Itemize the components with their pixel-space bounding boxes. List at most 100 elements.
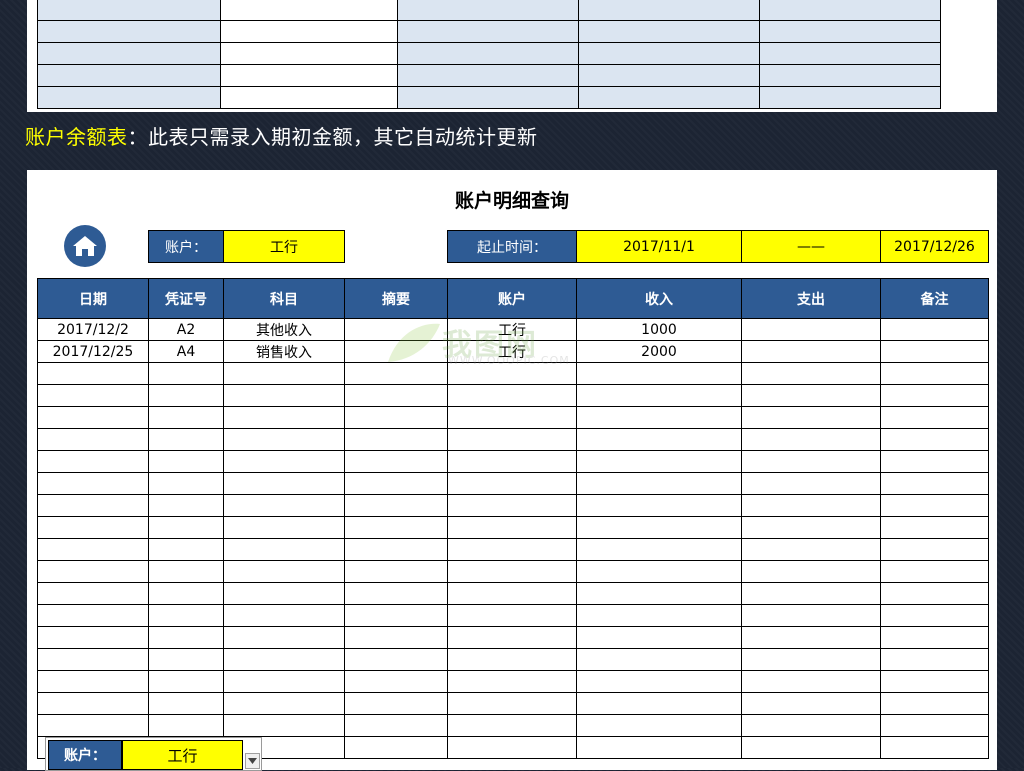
- table-cell[interactable]: [37, 494, 149, 517]
- table-cell[interactable]: [344, 340, 448, 363]
- top-table-cell[interactable]: [37, 86, 221, 109]
- table-cell[interactable]: [223, 406, 345, 429]
- top-table-cell[interactable]: [397, 20, 579, 43]
- table-cell[interactable]: [148, 648, 224, 671]
- table-cell[interactable]: [223, 670, 345, 693]
- table-cell[interactable]: [576, 582, 742, 605]
- home-icon[interactable]: [64, 225, 106, 267]
- table-cell[interactable]: 其他收入: [223, 318, 345, 341]
- table-cell[interactable]: [148, 516, 224, 539]
- table-cell[interactable]: [37, 560, 149, 583]
- table-cell[interactable]: A4: [148, 340, 224, 363]
- table-cell[interactable]: [880, 318, 989, 341]
- table-cell[interactable]: [37, 692, 149, 715]
- table-cell[interactable]: [37, 384, 149, 407]
- table-cell[interactable]: [37, 428, 149, 451]
- table-cell[interactable]: [223, 494, 345, 517]
- table-cell[interactable]: [880, 692, 989, 715]
- table-cell[interactable]: [447, 516, 577, 539]
- table-cell[interactable]: [37, 648, 149, 671]
- table-cell[interactable]: [344, 318, 448, 341]
- table-cell[interactable]: [447, 406, 577, 429]
- table-cell[interactable]: [741, 626, 881, 649]
- table-cell[interactable]: [447, 450, 577, 473]
- table-cell[interactable]: [880, 516, 989, 539]
- table-cell[interactable]: [447, 604, 577, 627]
- table-cell[interactable]: [741, 340, 881, 363]
- table-cell[interactable]: [344, 450, 448, 473]
- table-cell[interactable]: [223, 384, 345, 407]
- table-cell[interactable]: [148, 538, 224, 561]
- table-cell[interactable]: [447, 626, 577, 649]
- table-cell[interactable]: [741, 384, 881, 407]
- table-cell[interactable]: 销售收入: [223, 340, 345, 363]
- table-cell[interactable]: [880, 384, 989, 407]
- top-table-cell[interactable]: [578, 0, 760, 21]
- account-select[interactable]: 工行: [223, 230, 345, 263]
- table-cell[interactable]: [741, 670, 881, 693]
- table-cell[interactable]: [148, 692, 224, 715]
- table-cell[interactable]: [148, 670, 224, 693]
- table-cell[interactable]: [447, 538, 577, 561]
- table-cell[interactable]: [576, 714, 742, 737]
- dropdown-arrow-button[interactable]: [245, 753, 260, 769]
- table-cell[interactable]: [576, 626, 742, 649]
- dropdown-value[interactable]: 工行: [122, 740, 243, 770]
- table-cell[interactable]: [37, 626, 149, 649]
- top-table-cell[interactable]: [578, 42, 760, 65]
- top-table-cell[interactable]: [397, 86, 579, 109]
- table-cell[interactable]: [223, 516, 345, 539]
- table-cell[interactable]: [576, 362, 742, 385]
- table-cell[interactable]: [576, 736, 742, 759]
- table-cell[interactable]: [223, 626, 345, 649]
- table-cell[interactable]: [880, 648, 989, 671]
- table-cell[interactable]: [741, 428, 881, 451]
- table-cell[interactable]: [148, 428, 224, 451]
- table-cell[interactable]: [576, 648, 742, 671]
- table-cell[interactable]: [741, 494, 881, 517]
- table-cell[interactable]: [148, 494, 224, 517]
- table-cell[interactable]: [880, 450, 989, 473]
- table-cell[interactable]: [37, 406, 149, 429]
- end-date-input[interactable]: 2017/12/26: [880, 230, 989, 263]
- top-table-cell[interactable]: [759, 42, 941, 65]
- table-cell[interactable]: [576, 428, 742, 451]
- table-cell[interactable]: [344, 538, 448, 561]
- table-cell[interactable]: [741, 450, 881, 473]
- table-cell[interactable]: [148, 362, 224, 385]
- table-cell[interactable]: [223, 472, 345, 495]
- table-cell[interactable]: [37, 582, 149, 605]
- start-date-input[interactable]: 2017/11/1: [576, 230, 742, 263]
- table-cell[interactable]: [880, 714, 989, 737]
- top-table-cell[interactable]: [37, 0, 221, 21]
- table-cell[interactable]: [344, 692, 448, 715]
- table-cell[interactable]: [148, 582, 224, 605]
- top-table-cell[interactable]: [397, 0, 579, 21]
- table-cell[interactable]: [37, 538, 149, 561]
- table-cell[interactable]: [37, 604, 149, 627]
- top-table-cell[interactable]: [759, 20, 941, 43]
- table-cell[interactable]: [447, 362, 577, 385]
- table-cell[interactable]: [344, 582, 448, 605]
- table-cell[interactable]: [344, 406, 448, 429]
- table-cell[interactable]: [223, 560, 345, 583]
- table-cell[interactable]: [37, 362, 149, 385]
- table-cell[interactable]: [223, 428, 345, 451]
- table-cell[interactable]: [344, 560, 448, 583]
- table-cell[interactable]: [576, 604, 742, 627]
- table-cell[interactable]: [344, 384, 448, 407]
- table-cell[interactable]: [741, 538, 881, 561]
- table-cell[interactable]: [576, 406, 742, 429]
- table-cell[interactable]: [344, 428, 448, 451]
- table-cell[interactable]: [148, 626, 224, 649]
- table-cell[interactable]: [344, 604, 448, 627]
- top-table-cell[interactable]: [397, 42, 579, 65]
- table-cell[interactable]: 1000: [576, 318, 742, 341]
- table-cell[interactable]: [344, 626, 448, 649]
- table-cell[interactable]: [344, 516, 448, 539]
- table-cell[interactable]: [148, 714, 224, 737]
- table-cell[interactable]: [741, 736, 881, 759]
- table-cell[interactable]: [576, 472, 742, 495]
- table-cell[interactable]: [37, 450, 149, 473]
- table-cell[interactable]: [447, 714, 577, 737]
